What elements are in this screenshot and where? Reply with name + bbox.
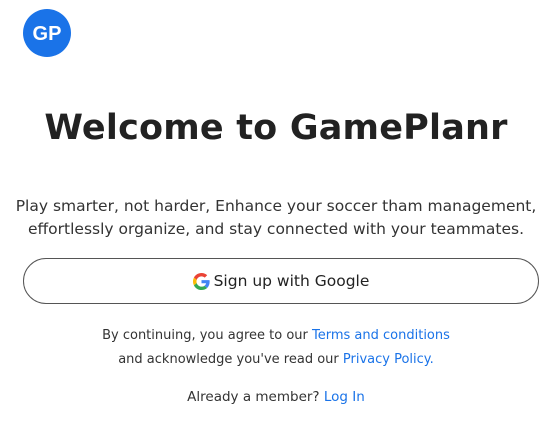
privacy-line: and acknowledge you've read our Privacy … [0,348,552,372]
svg-text:GP: GP [33,23,62,44]
intro-line-1: Play smarter, not harder, Enhance your s… [15,197,537,215]
privacy-prefix: and acknowledge you've read our [118,352,343,367]
intro-text: Play smarter, not harder, Enhance your s… [0,195,552,241]
terms-prefix: By continuing, you agree to our [102,328,313,343]
google-signup-label: Sign up with Google [213,272,370,290]
page-title: Welcome to GamePlanr [44,108,508,148]
gameplanr-logo[interactable]: GP [23,9,71,57]
intro-line-2: effortlessly organize, and stay connecte… [27,220,525,238]
terms-link[interactable]: Terms and conditions [312,328,450,343]
login-link[interactable]: Log In [324,389,365,405]
google-signup-button[interactable]: Sign up with Google [23,258,539,304]
signup-page: GP Welcome to GamePlanr Play smarter, no… [0,0,552,430]
privacy-link[interactable]: Privacy Policy. [343,352,434,367]
gp-logo-mark: GP [33,23,62,44]
google-icon [192,272,210,290]
legal-text: By continuing, you agree to our Terms an… [0,324,552,372]
login-prompt: Already a member? Log In [0,389,552,405]
terms-line: By continuing, you agree to our Terms an… [0,324,552,348]
login-prompt-text: Already a member? [187,389,324,405]
